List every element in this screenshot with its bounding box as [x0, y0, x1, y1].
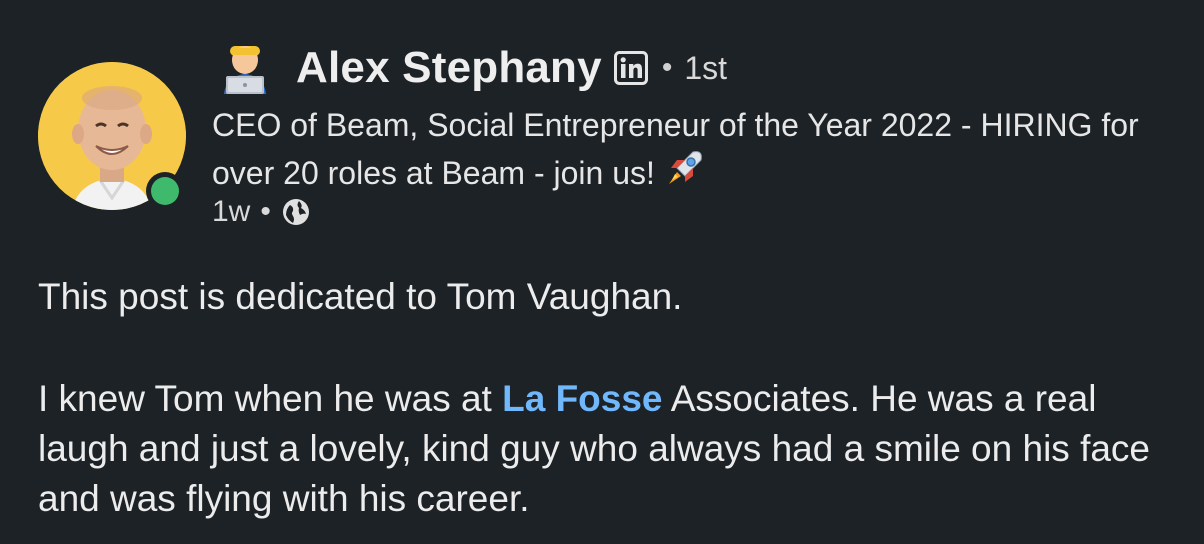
company-mention-link[interactable]: La Fosse: [502, 378, 662, 419]
globe-icon: [282, 199, 309, 225]
post-time[interactable]: 1w: [212, 195, 250, 229]
technologist-icon: [224, 46, 266, 94]
linkedin-icon: [613, 51, 648, 85]
author-headline: CEO of Beam, Social Entrepreneur of the …: [212, 104, 1172, 194]
post-paragraph: This post is dedicated to Tom Vaughan.: [38, 276, 683, 317]
avatar[interactable]: [38, 62, 186, 210]
connection-degree: 1st: [684, 49, 728, 86]
post-body: This post is dedicated to Tom Vaughan. I…: [38, 272, 1178, 524]
separator-dot: •: [661, 51, 673, 84]
post-card: Alex Stephany • 1st CEO of Beam, Social …: [0, 0, 1204, 544]
author-row: Alex Stephany • 1st: [216, 40, 727, 96]
author-name[interactable]: Alex Stephany: [296, 43, 602, 93]
meta-separator: •: [260, 195, 271, 228]
online-status: [146, 172, 184, 210]
online-status-dot: [151, 177, 179, 205]
post-meta: 1w •: [212, 192, 311, 232]
rocket-icon: [668, 151, 702, 184]
post-text: I knew Tom when he was at: [38, 378, 503, 419]
post-paragraph: I knew Tom when he was at La Fosse Assoc…: [38, 374, 1178, 524]
